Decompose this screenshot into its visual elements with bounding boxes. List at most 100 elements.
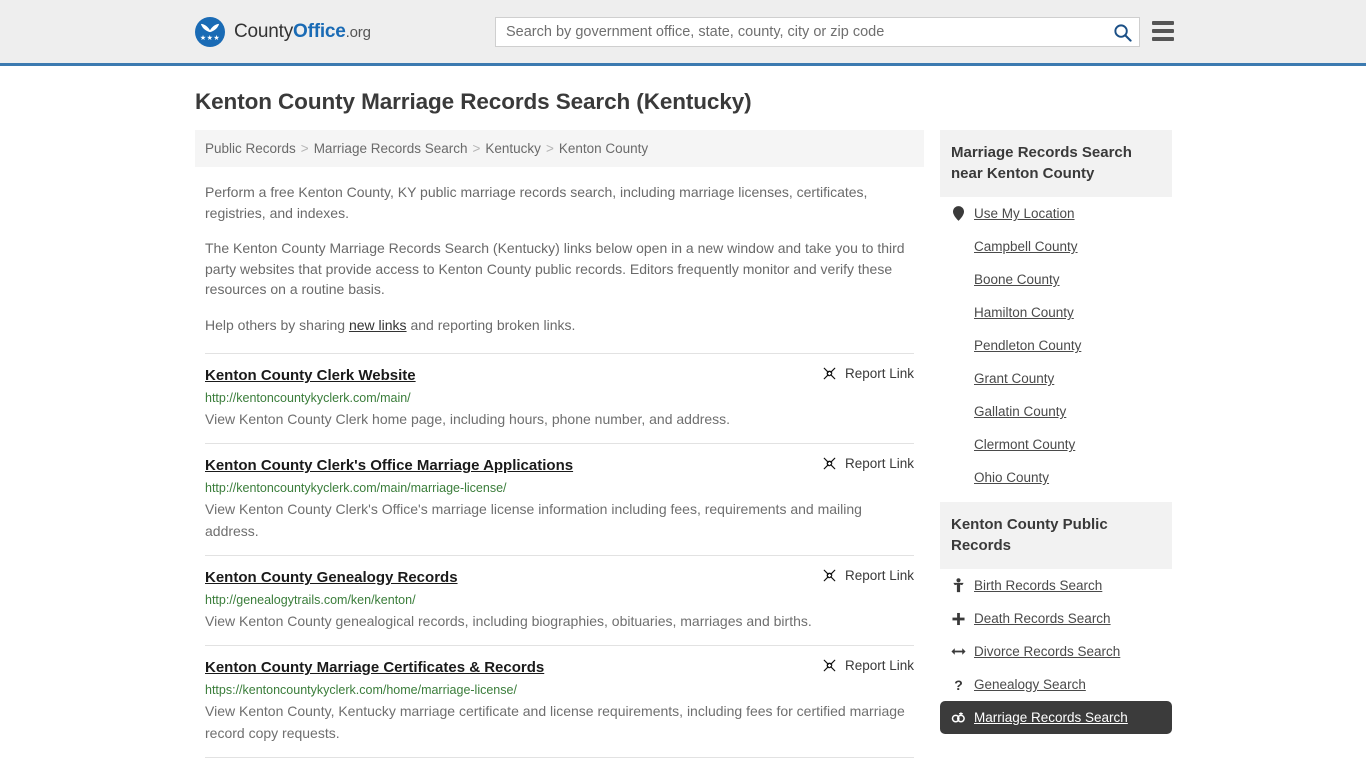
seal-stars: ★★★: [199, 34, 221, 42]
no-icon-spacer: [951, 371, 966, 386]
nearby-item[interactable]: Campbell County: [940, 230, 1172, 263]
hamburger-bar-3: [1152, 37, 1174, 41]
public-records-item[interactable]: Divorce Records Search: [940, 635, 1172, 668]
public-records-card: Kenton County Public Records Birth Recor…: [940, 502, 1172, 734]
result-item: Kenton County Marriage Certificates & Re…: [205, 645, 914, 757]
wedding-rings-icon: [951, 710, 966, 725]
report-link-button[interactable]: Report Link: [822, 366, 914, 381]
no-icon-spacer: [951, 437, 966, 452]
sidebar: Marriage Records Search near Kenton Coun…: [940, 130, 1172, 768]
public-records-item-link[interactable]: Death Records Search: [974, 611, 1111, 626]
brand-wordmark: CountyOffice.org: [234, 21, 371, 43]
no-icon-spacer: [951, 470, 966, 485]
intro-p3-before: Help others by sharing: [205, 316, 349, 333]
report-link-button[interactable]: Report Link: [822, 568, 914, 583]
nearby-item-link[interactable]: Clermont County: [974, 437, 1075, 452]
nearby-item[interactable]: Clermont County: [940, 428, 1172, 461]
nearby-heading: Marriage Records Search near Kenton Coun…: [940, 130, 1172, 197]
broken-link-icon: [823, 457, 836, 470]
no-icon-spacer: [951, 305, 966, 320]
nearby-item-link[interactable]: Pendleton County: [974, 338, 1081, 353]
public-records-item[interactable]: ? Genealogy Search: [940, 668, 1172, 701]
nearby-item-link[interactable]: Ohio County: [974, 470, 1049, 485]
site-header: ★★★ CountyOffice.org: [0, 0, 1366, 66]
result-item: Kenton County Genealogy Records http://ge…: [205, 555, 914, 645]
report-link-button[interactable]: Report Link: [822, 456, 914, 471]
content-layout: Public Records > Marriage Records Search > K…: [195, 130, 1366, 768]
result-description: View Kenton County Clerk home page, incl…: [205, 411, 731, 427]
nearby-item[interactable]: Gallatin County: [940, 395, 1172, 428]
search-button[interactable]: [1105, 18, 1139, 46]
nearby-item-link[interactable]: Campbell County: [974, 239, 1078, 254]
report-link-label: Report Link: [844, 456, 914, 471]
nearby-item-link[interactable]: Boone County: [974, 272, 1060, 287]
hamburger-bar-2: [1152, 29, 1174, 33]
site-logo[interactable]: ★★★ CountyOffice.org: [195, 16, 371, 47]
no-icon-spacer: [951, 338, 966, 353]
cross-icon: [952, 612, 965, 625]
breadcrumb-item-1[interactable]: Public Records: [205, 141, 296, 156]
public-records-item[interactable]: Birth Records Search: [940, 569, 1172, 602]
nearby-card: Marriage Records Search near Kenton Coun…: [940, 130, 1172, 494]
public-records-item-link[interactable]: Genealogy Search: [974, 677, 1086, 692]
public-records-item-link[interactable]: Divorce Records Search: [974, 644, 1120, 659]
result-url: http://kentoncountykyclerk.com/main/marr…: [205, 481, 507, 495]
intro-paragraph-1: Perform a free Kenton County, KY public …: [205, 184, 868, 221]
result-title-link[interactable]: Kenton County Clerk's Office Marriage Ap…: [205, 456, 573, 476]
report-link-button[interactable]: Report Link: [822, 658, 914, 673]
broken-link-icon: [823, 367, 836, 380]
public-records-list: Birth Records Search Death Records Search…: [940, 569, 1172, 734]
hamburger-menu-icon[interactable]: [1152, 21, 1174, 41]
page-title: Kenton County Marriage Records Search (K…: [195, 89, 752, 114]
results-list: Kenton County Clerk Website http://kenton…: [195, 353, 924, 768]
result-item: Kenton County Clerk Website http://kenton…: [205, 353, 914, 443]
wedding-rings-icon: [951, 712, 965, 723]
hamburger-bar-1: [1152, 21, 1174, 25]
result-url: http://kentoncountykyclerk.com/main/: [205, 391, 411, 405]
result-description: View Kenton County, Kentucky marriage ce…: [205, 703, 905, 741]
question-mark-icon: ?: [954, 676, 963, 693]
breadcrumb-item-3[interactable]: Kentucky: [485, 141, 541, 156]
result-description: View Kenton County Clerk's Office's marr…: [205, 501, 862, 539]
breadcrumb-item-4[interactable]: Kenton County: [559, 141, 648, 156]
nearby-list: Use My Location Campbell County Boone Coun…: [940, 197, 1172, 494]
public-records-item-link[interactable]: Birth Records Search: [974, 578, 1102, 593]
no-icon-spacer: [951, 239, 966, 254]
double-arrow-icon: [951, 648, 966, 655]
nearby-item-link[interactable]: Use My Location: [974, 206, 1075, 221]
result-title-link[interactable]: Kenton County Clerk Website: [205, 366, 416, 386]
report-link-label: Report Link: [844, 658, 914, 673]
no-icon-spacer: [951, 404, 966, 419]
broken-link-icon: [823, 659, 836, 672]
public-records-item[interactable]: Death Records Search: [940, 602, 1172, 635]
nearby-item-link[interactable]: Gallatin County: [974, 404, 1066, 419]
map-pin-icon: [953, 206, 964, 221]
breadcrumb-item-2[interactable]: Marriage Records Search: [314, 141, 468, 156]
breadcrumb-separator: >: [545, 141, 554, 156]
nearby-item[interactable]: Pendleton County: [940, 329, 1172, 362]
public-records-item[interactable]: Marriage Records Search: [940, 701, 1172, 734]
result-title-link[interactable]: Kenton County Marriage Certificates & Re…: [205, 658, 544, 678]
intro-p3-after: and reporting broken links.: [406, 316, 576, 333]
nearby-item[interactable]: Hamilton County: [940, 296, 1172, 329]
public-records-item-link[interactable]: Marriage Records Search: [974, 710, 1128, 725]
nearby-item[interactable]: Grant County: [940, 362, 1172, 395]
result-url: https://kentoncountykyclerk.com/home/mar…: [205, 683, 517, 697]
nearby-item[interactable]: Ohio County: [940, 461, 1172, 494]
result-item: Kenton County Clerk's Office Marriage Ap…: [205, 443, 914, 555]
brand-part-county: County: [234, 20, 294, 42]
nearby-item[interactable]: Boone County: [940, 263, 1172, 296]
nearby-item[interactable]: Use My Location: [940, 197, 1172, 230]
result-url: http://genealogytrails.com/ken/kenton/: [205, 593, 416, 607]
nearby-item-link[interactable]: Grant County: [974, 371, 1054, 386]
report-link-label: Report Link: [844, 366, 914, 381]
result-description: View Kenton County genealogical records,…: [205, 613, 812, 629]
no-icon-spacer: [951, 272, 966, 287]
search-input[interactable]: [496, 18, 1105, 46]
new-links-link[interactable]: new links: [349, 317, 407, 333]
intro-paragraph-2: The Kenton County Marriage Records Searc…: [205, 240, 905, 297]
breadcrumb-separator: >: [300, 141, 309, 156]
broken-link-icon: [823, 569, 836, 582]
result-title-link[interactable]: Kenton County Genealogy Records: [205, 568, 458, 588]
nearby-item-link[interactable]: Hamilton County: [974, 305, 1074, 320]
